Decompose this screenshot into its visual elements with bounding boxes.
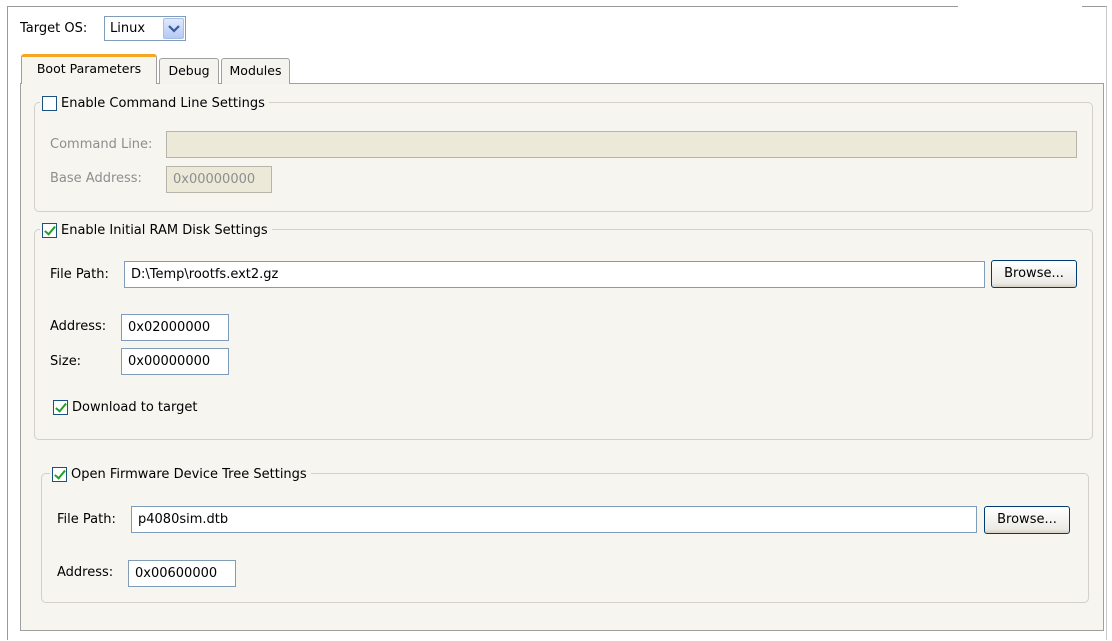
command-line-label: Command Line: — [50, 137, 153, 152]
base-address-label: Base Address: — [50, 171, 142, 186]
enable-ram-disk-checkbox[interactable] — [42, 222, 57, 238]
target-os-label: Target OS: — [20, 21, 88, 36]
target-os-value: Linux — [110, 21, 146, 36]
ram-disk-size-field[interactable]: 0x00000000 — [121, 348, 229, 375]
download-to-target-label: Download to target — [72, 400, 198, 415]
tab-debug[interactable]: Debug — [159, 58, 219, 84]
tab-modules[interactable]: Modules — [221, 58, 290, 84]
enable-device-tree-checkbox[interactable] — [52, 466, 67, 482]
enable-command-line-checkbox[interactable] — [42, 95, 57, 111]
ram-disk-legend-label: Enable Initial RAM Disk Settings — [61, 222, 268, 238]
ram-disk-address-field[interactable]: 0x02000000 — [121, 314, 229, 341]
target-os-select[interactable]: Linux — [104, 16, 186, 41]
frame-gap — [958, 4, 1082, 8]
device-tree-browse-button[interactable]: Browse... — [984, 506, 1070, 534]
chevron-down-icon — [168, 25, 180, 33]
dropdown-button[interactable] — [163, 18, 184, 39]
base-address-field[interactable]: 0x00000000 — [166, 166, 272, 193]
command-line-legend-label: Enable Command Line Settings — [61, 95, 265, 111]
device-tree-address-field[interactable]: 0x00600000 — [128, 560, 236, 587]
command-line-legend[interactable]: Enable Command Line Settings — [40, 93, 269, 113]
tab-label: Modules — [229, 63, 282, 78]
ram-disk-file-path-label: File Path: — [50, 267, 109, 282]
ram-disk-address-label: Address: — [50, 319, 107, 334]
device-tree-legend-label: Open Firmware Device Tree Settings — [71, 466, 307, 482]
device-tree-address-label: Address: — [57, 565, 114, 580]
download-to-target-checkbox[interactable] — [53, 400, 68, 415]
ram-disk-size-label: Size: — [50, 354, 82, 369]
device-tree-legend[interactable]: Open Firmware Device Tree Settings — [50, 464, 311, 484]
tab-boot-parameters[interactable]: Boot Parameters — [21, 54, 157, 84]
device-tree-file-path-label: File Path: — [57, 512, 116, 527]
tab-label: Boot Parameters — [36, 61, 142, 76]
tab-label: Debug — [168, 63, 210, 78]
download-to-target-option[interactable]: Download to target — [53, 400, 197, 415]
ram-disk-browse-button[interactable]: Browse... — [991, 260, 1077, 288]
ram-disk-file-path-field[interactable]: D:\Temp\rootfs.ext2.gz — [124, 261, 985, 288]
device-tree-file-path-field[interactable]: p4080sim.dtb — [131, 506, 977, 533]
ram-disk-legend[interactable]: Enable Initial RAM Disk Settings — [40, 220, 272, 240]
command-line-field[interactable] — [166, 131, 1077, 158]
